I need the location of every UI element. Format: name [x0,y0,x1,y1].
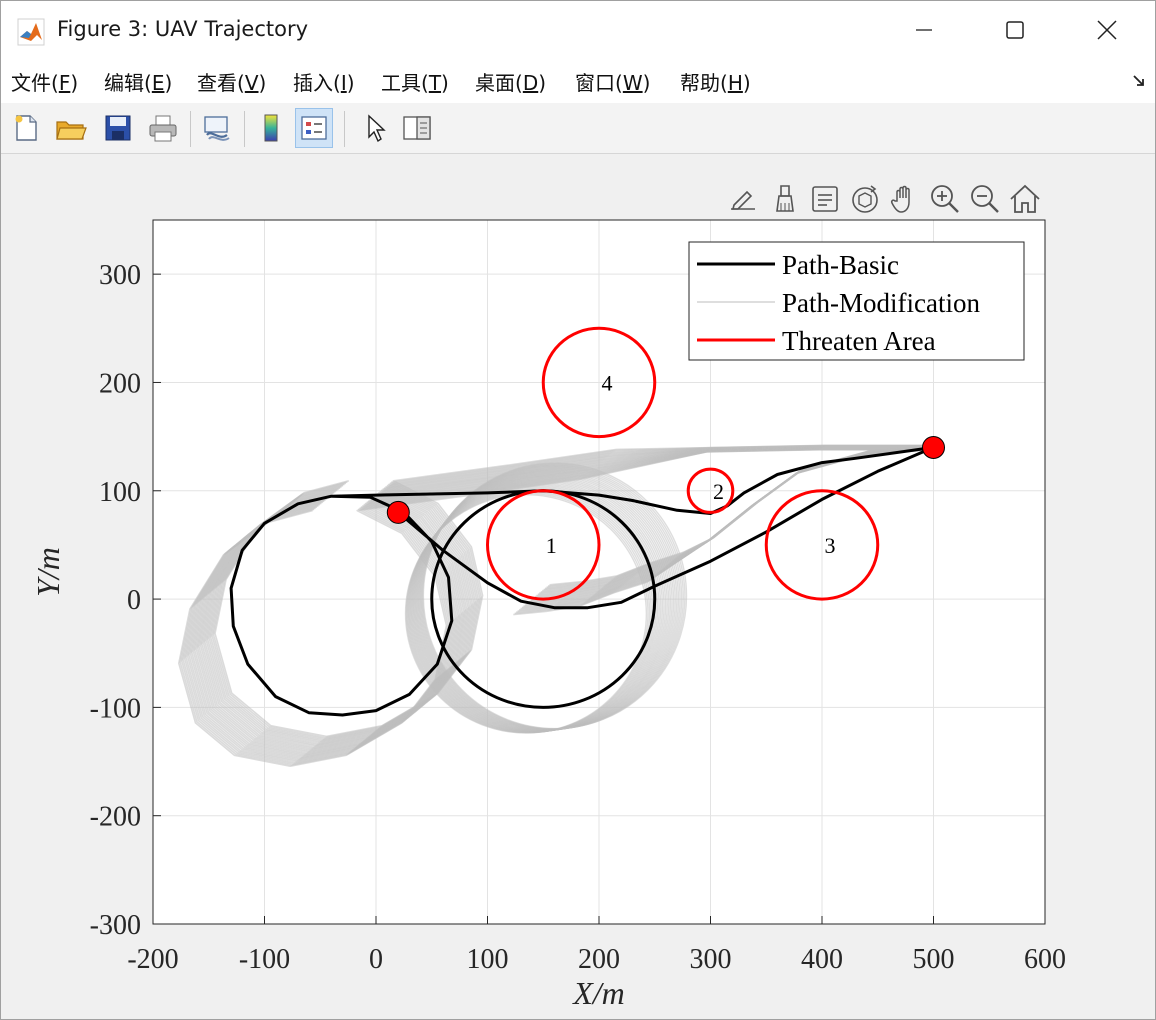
threat-area-label: 1 [546,533,557,558]
open-file-button[interactable] [52,108,90,148]
figure-toolbar [1,103,1155,154]
legend-label-threat: Threaten Area [782,326,936,356]
legend-icon [301,116,327,140]
y-tick-label: 0 [127,585,141,616]
menu-tools[interactable]: 工具(T) [381,67,449,96]
save-icon [105,115,131,141]
minimize-button[interactable] [878,1,970,59]
x-tick-label: -100 [239,944,290,975]
menu-insert[interactable]: 插入(I) [293,67,355,96]
y-tick-label: -200 [90,802,141,833]
y-tick-label: 100 [99,477,141,508]
legend[interactable]: Path-Basic Path-Modification Threaten Ar… [688,241,1025,361]
menu-help[interactable]: 帮助(H) [680,67,751,96]
link-plot-button[interactable] [198,108,236,148]
save-button[interactable] [99,108,137,148]
y-axis-label: Y/m [30,547,66,597]
threat-area-label: 3 [825,533,836,558]
uav-trajectory-chart: 1234 -200 -100 0 100 200 300 400 500 600-300-200… [30,219,1066,1011]
menu-window[interactable]: 窗口(W) [575,67,650,96]
new-figure-button[interactable] [7,108,45,148]
x-tick-label: 300 [690,944,732,975]
colorbar-button[interactable] [252,108,290,148]
matlab-icon [17,18,45,46]
x-tick-label: 600 [1024,944,1066,975]
print-button[interactable] [144,108,182,148]
x-tick-label: -200 [127,944,178,975]
close-button[interactable] [1061,1,1153,59]
print-icon [149,115,177,142]
y-tick-label: 200 [99,368,141,399]
legend-label-modification: Path-Modification [782,288,980,318]
threat-area-label: 4 [602,370,613,395]
y-tick-label: -300 [90,910,141,941]
legend-button[interactable] [295,108,333,148]
edit-plot-pointer-button[interactable] [356,108,394,148]
property-inspector-icon [403,116,431,140]
window-title: Figure 3: UAV Trajectory [57,17,309,41]
pointer-icon [368,114,386,143]
y-tick-label: 300 [99,260,141,291]
menu-bar: 文件(F) 编辑(E) 查看(V) 插入(I) 工具(T) 桌面(D) 窗口(W… [1,59,1155,103]
legend-label-basic: Path-Basic [782,250,899,280]
menu-view[interactable]: 查看(V) [197,67,266,96]
x-tick-label: 0 [369,944,383,975]
x-axis-label: X/m [571,975,625,1011]
x-tick-label: 200 [578,944,620,975]
x-tick-label: 500 [913,944,955,975]
threat-area-label: 2 [713,479,724,504]
property-inspector-button[interactable] [398,108,436,148]
link-icon [204,116,230,141]
colorbar-icon [264,114,278,142]
menu-edit[interactable]: 编辑(E) [104,67,172,96]
maximize-icon [1006,21,1024,39]
maximize-button[interactable] [969,1,1061,59]
x-tick-label: 100 [467,944,509,975]
open-file-icon [56,121,87,140]
y-tick-label: -100 [90,693,141,724]
endpoint-marker [922,435,945,459]
x-tick-label: 400 [801,944,843,975]
dock-arrow-icon[interactable] [1131,73,1147,89]
menu-desktop[interactable]: 桌面(D) [475,67,546,96]
figure-window: Figure 3: UAV Trajectory 文件(F) 编辑(E) 查看(… [0,0,1156,1020]
title-bar: Figure 3: UAV Trajectory [1,1,1155,59]
minimize-icon [916,29,932,31]
close-icon [1097,20,1117,40]
menu-file[interactable]: 文件(F) [11,67,78,96]
new-figure-icon [15,115,37,141]
endpoint-marker [386,500,410,524]
